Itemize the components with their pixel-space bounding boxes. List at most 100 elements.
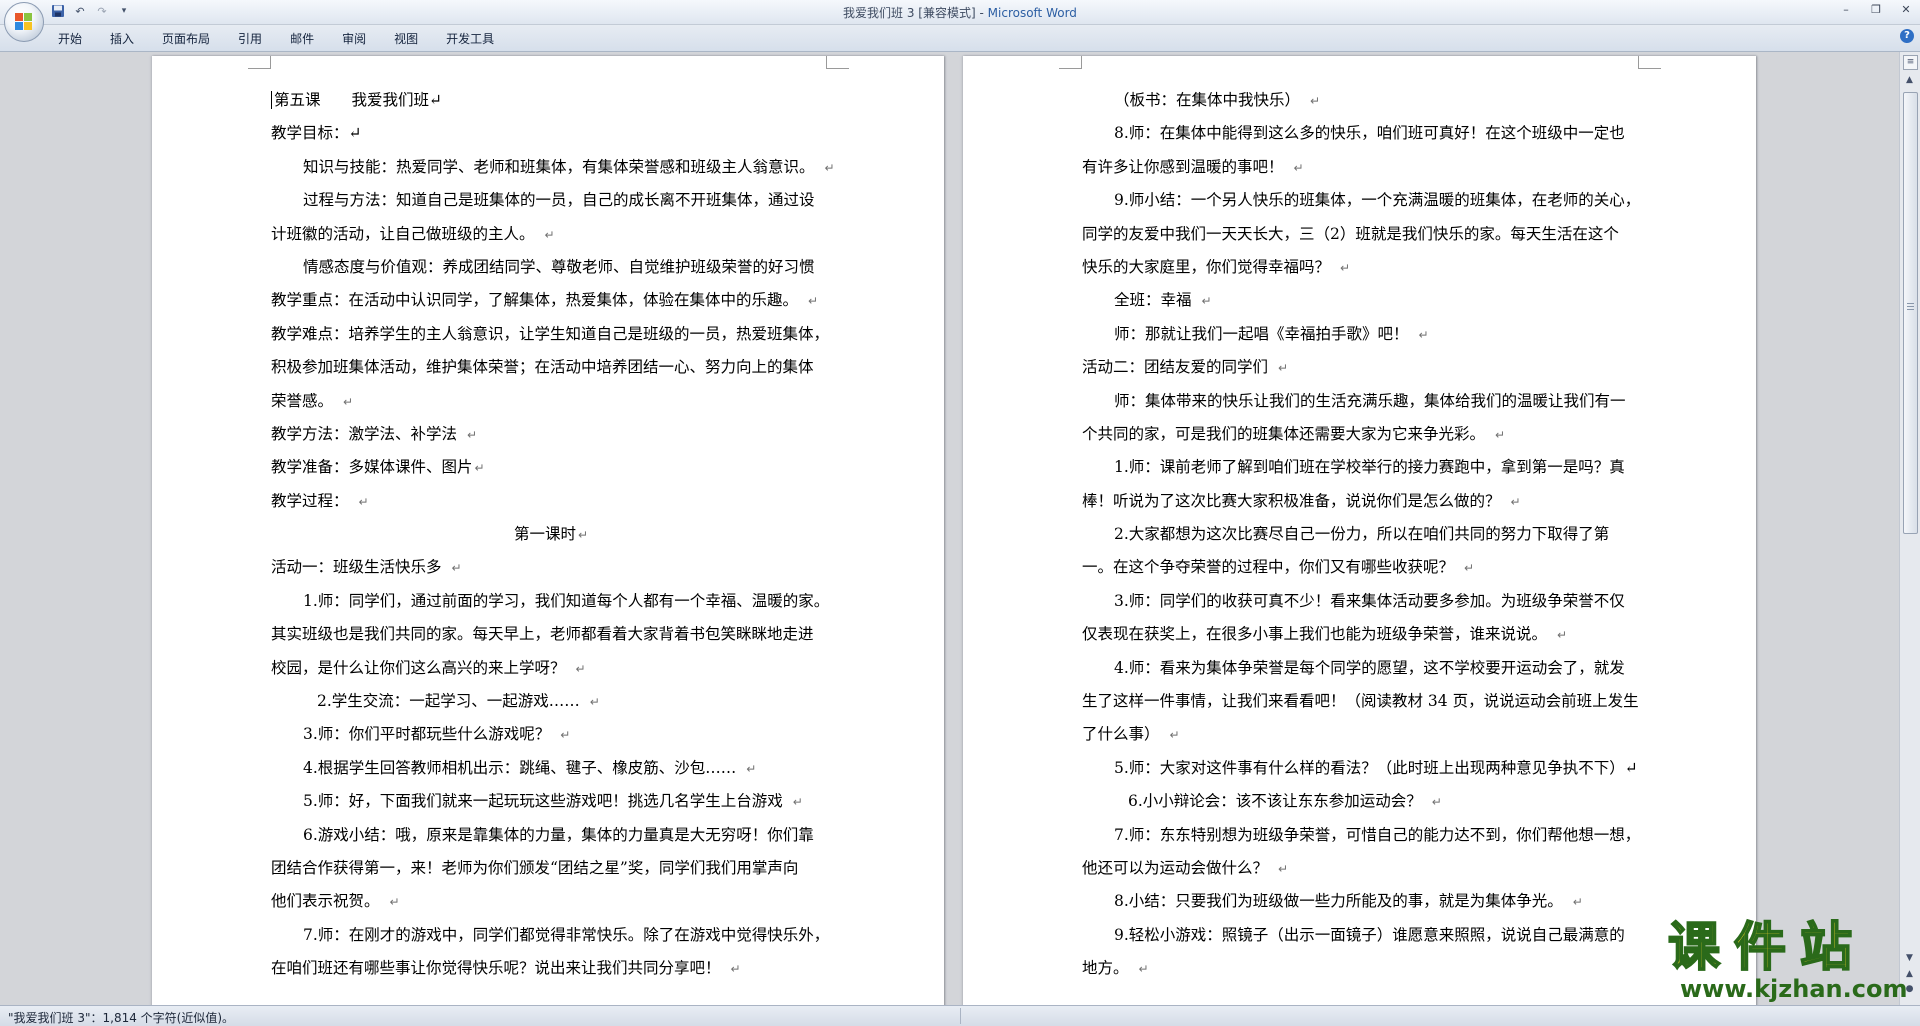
line-text: 8.小结：只要我们为班级做一些力所能及的事，就是为集体争光。 (1114, 892, 1563, 911)
text-line: 他们表示祝贺。 ↵ (271, 885, 831, 918)
ribbon-tabs: 开始 插入 页面布局 引用 邮件 审阅 视图 开发工具 (58, 30, 522, 47)
line-text: 7.师：东东特别想为班级争荣誉，可惜自己的能力达不到，你们帮他想一想， (1114, 825, 1641, 844)
line-text: 全班：幸福 (1114, 291, 1192, 310)
text-line: 过程与方法：知道自己是班集体的一员，自己的成长离不开班集体，通过设 (271, 184, 831, 217)
paragraph-mark: ↵ (577, 528, 589, 543)
line-text: 同学的友爱中我们一天天长大，三（2）班就是我们快乐的家。每天生活在这个 (1082, 224, 1619, 243)
text-line: 3.师：你们平时都玩些什么游戏呢？ ↵ (271, 718, 831, 751)
line-text: 5.师：大家对这件事有什么样的看法？（此时班上出现两种意见争执不下）↵ (1114, 758, 1638, 777)
text-line: 其实班级也是我们共同的家。每天早上，老师都看着大家背着书包笑眯眯地走进 (271, 618, 831, 651)
minimize-button[interactable]: – (1838, 3, 1854, 17)
line-text: 9.师小结：一个另人快乐的班集体，一个充满温暖的班集体，在老师的关心， (1114, 191, 1641, 210)
paragraph-mark: ↵ (1464, 561, 1475, 576)
text-line: 师：集体带来的快乐让我们的生活充满乐趣，集体给我们的温暖让我们有一 (1082, 385, 1646, 418)
view-ruler-icon[interactable]: ≡ (1903, 55, 1918, 70)
line-text: 教学过程： (271, 491, 349, 510)
line-text: 荣誉感。 (271, 391, 334, 410)
tab-mailings[interactable]: 邮件 (290, 30, 314, 47)
document-page-right[interactable]: （板书：在集体中我快乐） ↵ 8.师：在集体中能得到这么多的快乐，咱们班可真好！在… (963, 56, 1756, 1005)
text-line: 2.学生交流：一起学习、一起游戏…… ↵ (271, 685, 831, 718)
line-text: 过程与方法：知道自己是班集体的一员，自己的成长离不开班集体，通过设 (303, 191, 815, 210)
text-line: 活动二：团结友爱的同学们 ↵ (1082, 351, 1646, 384)
window-controls: – ❐ ✕ (1838, 3, 1914, 17)
text-line: 师：那就让我们一起唱《幸福拍手歌》吧！ ↵ (1082, 318, 1646, 351)
restore-button[interactable]: ❐ (1868, 3, 1884, 17)
paragraph-mark: ↵ (575, 661, 586, 676)
office-button[interactable] (4, 2, 44, 42)
paragraph-mark: ↵ (1510, 494, 1521, 509)
line-text: 4.师：看来为集体争荣誉是每个同学的愿望，这不学校要开运动会了，就发 (1114, 658, 1625, 677)
line-text: 9.轻松小游戏：照镜子（出示一面镜子）谁愿意来照照，说说自己最满意的 (1114, 925, 1625, 944)
paragraph-mark: ↵ (560, 728, 571, 743)
line-text: 3.师：你们平时都玩些什么游戏呢？ (303, 725, 551, 744)
text-line: 情感态度与价值观：养成团结同学、尊敬老师、自觉维护班级荣誉的好习惯 (271, 251, 831, 284)
line-text: 师：集体带来的快乐让我们的生活充满乐趣，集体给我们的温暖让我们有一 (1114, 391, 1626, 410)
line-text: 计班徽的活动，让自己做班级的主人。 (271, 224, 535, 243)
status-bar: "我爱我们班 3"：1,814 个字符(近似值)。 (0, 1005, 1920, 1026)
text-line: 5.师：大家对这件事有什么样的看法？（此时班上出现两种意见争执不下）↵ (1082, 752, 1646, 785)
paragraph-mark: ↵ (389, 895, 400, 910)
text-line: 4.根据学生回答教师相机出示：跳绳、毽子、橡皮筋、沙包…… ↵ (271, 752, 831, 785)
text-line: 4.师：看来为集体争荣誉是每个同学的愿望，这不学校要开运动会了，就发 (1082, 652, 1646, 685)
tab-home[interactable]: 开始 (58, 30, 82, 47)
page-text-left: 第五课 我爱我们班↵ 教学目标：↵ 知识与技能：热爱同学、老师和班集体，有集体荣… (271, 84, 835, 986)
text-line: 快乐的大家庭里，你们觉得幸福吗？ ↵ (1082, 251, 1646, 284)
line-text: 6.游戏小结：哦，原来是靠集体的力量，集体的力量真是大无穷呀！你们靠 (303, 825, 814, 844)
tab-page-layout[interactable]: 页面布局 (162, 30, 210, 47)
line-text: 他还可以为运动会做什么？ (1082, 858, 1269, 877)
line-text: 一。在这个争夺荣誉的过程中，你们又有哪些收获呢？ (1082, 558, 1455, 577)
crop-mark (248, 56, 271, 69)
text-line: 第一课时 ↵ (271, 518, 831, 551)
tab-review[interactable]: 审阅 (342, 30, 366, 47)
paragraph-mark: ↵ (824, 160, 835, 175)
title-bar: ↶ ↷ ▾ 我爱我们班 3 [兼容模式] - Microsoft Word – … (0, 0, 1920, 25)
tab-developer[interactable]: 开发工具 (446, 30, 494, 47)
lesson-title: 第五课 我爱我们班↵ (274, 91, 442, 109)
line-text: 5.师：好，下面我们就来一起玩玩这些游戏吧！挑选几名学生上台游戏 (303, 792, 783, 811)
tab-references[interactable]: 引用 (238, 30, 262, 47)
text-line: 教学目标：↵ (271, 117, 831, 150)
text-line: （板书：在集体中我快乐） ↵ (1082, 84, 1646, 117)
crop-mark (826, 56, 849, 69)
paragraph-mark: ↵ (746, 761, 757, 776)
line-text: 1.师：课前老师了解到咱们班在学校举行的接力赛跑中，拿到第一是吗？真 (1114, 458, 1625, 477)
line-text: （板书：在集体中我快乐） (1114, 91, 1301, 109)
line-text: 1.师：同学们，通过前面的学习，我们知道每个人都有一个幸福、温暖的家。 (303, 591, 830, 610)
scroll-up-icon[interactable]: ▲ (1903, 74, 1916, 87)
paragraph-mark: ↵ (1310, 94, 1321, 108)
text-line: 个共同的家，可是我们的班集体还需要大家为它来争光彩。 ↵ (1082, 418, 1646, 451)
text-line: 知识与技能：热爱同学、老师和班集体，有集体荣誉感和班级主人翁意识。 ↵ (271, 151, 835, 184)
close-button[interactable]: ✕ (1898, 3, 1914, 17)
watermark-title: 课件站 (1667, 918, 1867, 978)
crop-mark (1638, 56, 1661, 69)
tab-insert[interactable]: 插入 (110, 30, 134, 47)
text-line: 9.师小结：一个另人快乐的班集体，一个充满温暖的班集体，在老师的关心， (1082, 184, 1646, 217)
scroll-thumb[interactable] (1903, 92, 1918, 534)
word-count-status[interactable]: "我爱我们班 3"：1,814 个字符(近似值)。 (8, 1009, 234, 1026)
document-workspace[interactable]: 第五课 我爱我们班↵ 教学目标：↵ 知识与技能：热爱同学、老师和班集体，有集体荣… (0, 52, 1900, 1005)
line-text: 在咱们班还有哪些事让你觉得快乐呢？说出来让我们共同分享吧！ (271, 959, 721, 978)
paragraph-mark: ↵ (1572, 895, 1583, 910)
line-text: 有许多让你感到温暖的事吧！ (1082, 157, 1284, 176)
document-page-left[interactable]: 第五课 我爱我们班↵ 教学目标：↵ 知识与技能：热爱同学、老师和班集体，有集体荣… (152, 56, 944, 1005)
text-line: 团结合作获得第一，来！老师为你们颁发“团结之星”奖，同学们我们用掌声向 (271, 852, 831, 885)
paragraph-mark: ↵ (1495, 427, 1506, 442)
section-heading: 第一课时 (513, 525, 576, 544)
tab-view[interactable]: 视图 (394, 30, 418, 47)
paragraph-mark: ↵ (808, 294, 819, 309)
line-text: 校园，是什么让你们这么高兴的来上学呀？ (271, 658, 566, 677)
text-line: 全班：幸福 ↵ (1082, 284, 1646, 317)
text-line: 1.师：同学们，通过前面的学习，我们知道每个人都有一个幸福、温暖的家。 (271, 585, 831, 618)
text-line: 一。在这个争夺荣誉的过程中，你们又有哪些收获呢？ ↵ (1082, 551, 1646, 584)
help-icon[interactable]: ? (1900, 29, 1914, 43)
activity-heading: 活动二：团结友爱的同学们 (1082, 358, 1269, 377)
paragraph-mark: ↵ (1431, 795, 1442, 810)
line-text: 2.大家都想为这次比赛尽自己一份力，所以在咱们共同的努力下取得了第 (1114, 525, 1610, 544)
office-logo-icon (15, 13, 33, 31)
text-line: 5.师：好，下面我们就来一起玩玩这些游戏吧！挑选几名学生上台游戏 ↵ (271, 785, 831, 818)
line-text: 师：那就让我们一起唱《幸福拍手歌》吧！ (1114, 324, 1409, 343)
vertical-scrollbar[interactable]: ≡ ▲ ▼ ▲ ● (1899, 52, 1920, 1005)
paragraph-mark: ↵ (1418, 327, 1429, 342)
text-line: 积极参加班集体活动，维护集体荣誉；在活动中培养团结一心、努力向上的集体 (271, 351, 831, 384)
text-line: 2.大家都想为这次比赛尽自己一份力，所以在咱们共同的努力下取得了第 (1082, 518, 1646, 551)
